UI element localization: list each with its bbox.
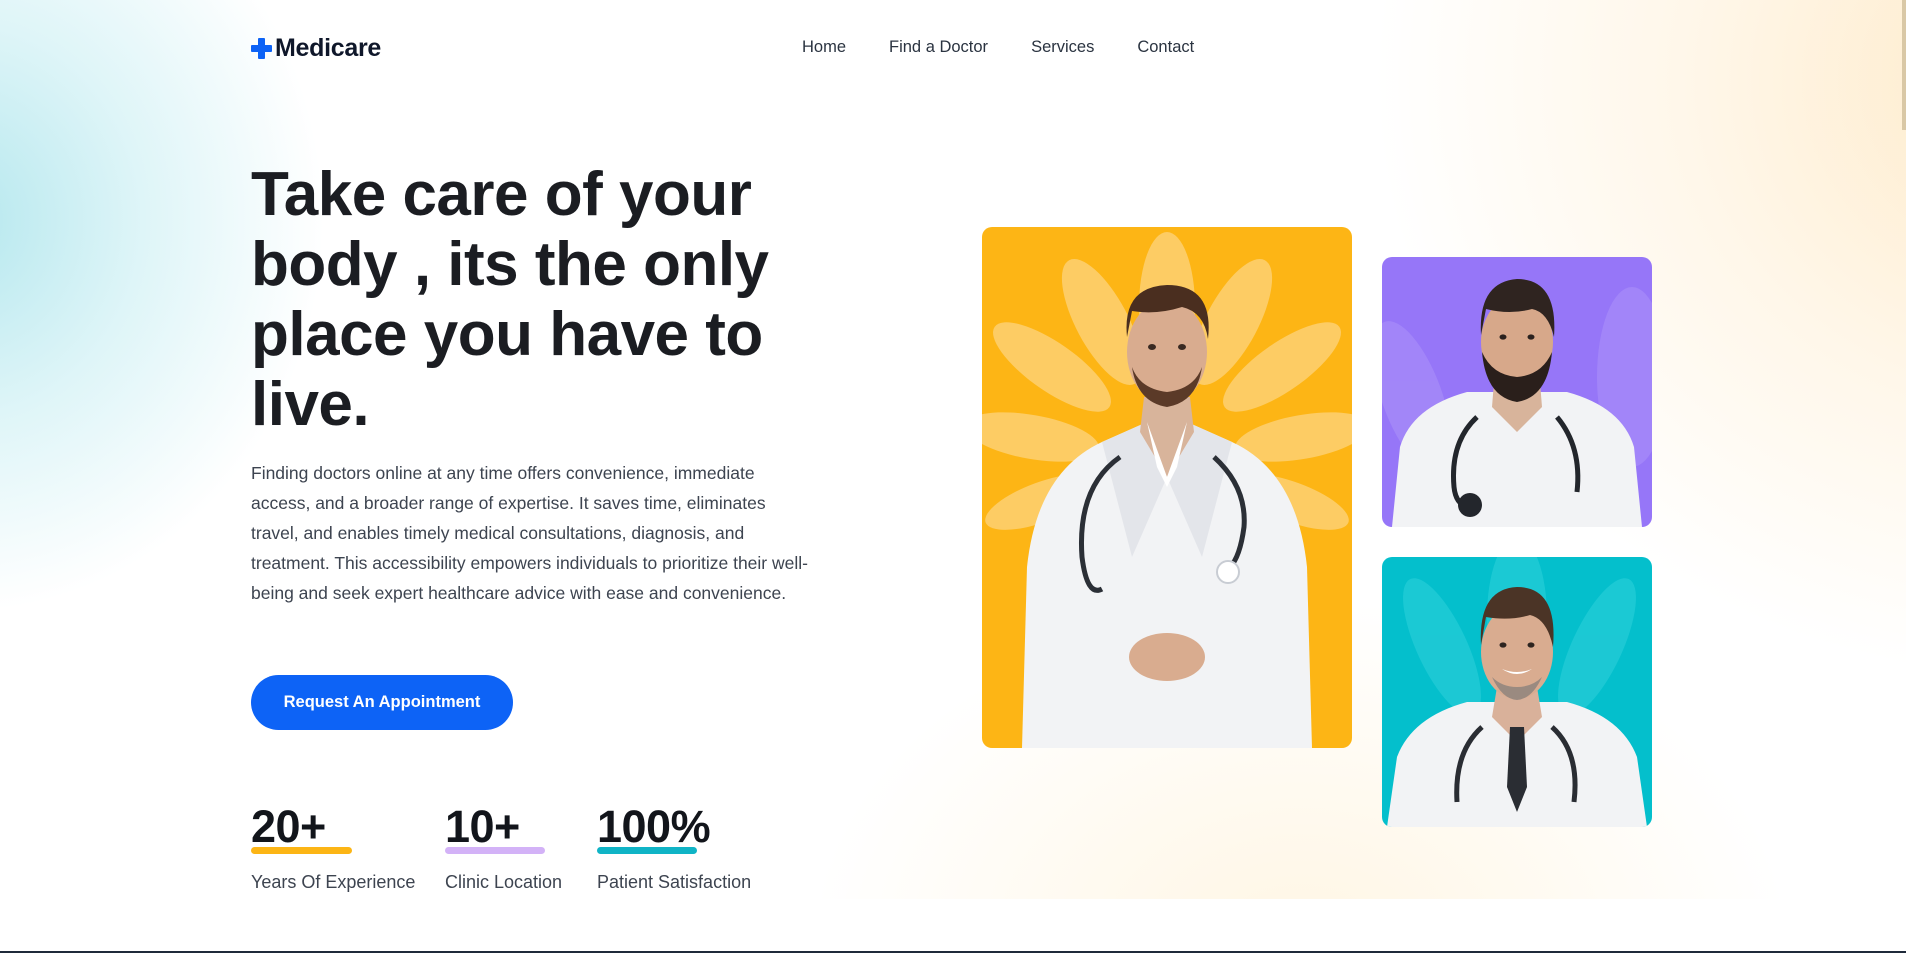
stat-label: Clinic Location bbox=[445, 872, 563, 892]
stat-label: Years Of Experience bbox=[251, 872, 416, 892]
stat-value-wrap: 10+ bbox=[445, 800, 545, 854]
doctor-card-bearded bbox=[1382, 257, 1652, 527]
hero-section: Medicare Home Find a Doctor Services Con… bbox=[0, 0, 1906, 899]
request-appointment-button[interactable]: Request An Appointment bbox=[251, 675, 513, 730]
plus-cross-icon bbox=[251, 38, 272, 59]
stat-patient-satisfaction: 100% Patient Satisfaction bbox=[597, 800, 751, 893]
headline-line: Take care of your bbox=[251, 160, 752, 229]
brand-name: Medicare bbox=[275, 34, 381, 62]
nav-home[interactable]: Home bbox=[802, 38, 846, 57]
stat-value: 20+ bbox=[251, 801, 326, 852]
headline-line: body , its the only bbox=[251, 230, 769, 299]
stat-value: 100% bbox=[597, 801, 711, 852]
main-nav: Home Find a Doctor Services Contact bbox=[802, 38, 1194, 57]
stat-label: Patient Satisfaction bbox=[597, 872, 752, 892]
brand-logo[interactable]: Medicare bbox=[251, 34, 381, 63]
nav-services[interactable]: Services bbox=[1031, 38, 1094, 57]
nav-find-a-doctor[interactable]: Find a Doctor bbox=[889, 38, 988, 57]
headline-line: live. bbox=[251, 370, 370, 439]
stat-value: 10+ bbox=[445, 801, 520, 852]
doctor-card-smiling bbox=[1382, 557, 1652, 827]
nav-contact[interactable]: Contact bbox=[1137, 38, 1194, 57]
footer-strip bbox=[0, 899, 1906, 953]
scrollbar-thumb[interactable] bbox=[1902, 0, 1906, 130]
doctor-card-main bbox=[982, 227, 1352, 748]
doctor-photo-main bbox=[982, 227, 1352, 748]
doctor-photo-smiling bbox=[1382, 557, 1652, 827]
stat-experience: 20+ Years Of Experience bbox=[251, 800, 415, 893]
stat-clinic-location: 10+ Clinic Location bbox=[445, 800, 562, 893]
stat-value-wrap: 100% bbox=[597, 800, 711, 854]
hero-description: Finding doctors online at any time offer… bbox=[251, 463, 808, 603]
doctor-photo-bearded bbox=[1382, 257, 1652, 527]
hero-headline: Take care of your body , its the only pl… bbox=[251, 160, 851, 440]
stat-value-wrap: 20+ bbox=[251, 800, 352, 854]
headline-line: place you have to bbox=[251, 300, 763, 369]
